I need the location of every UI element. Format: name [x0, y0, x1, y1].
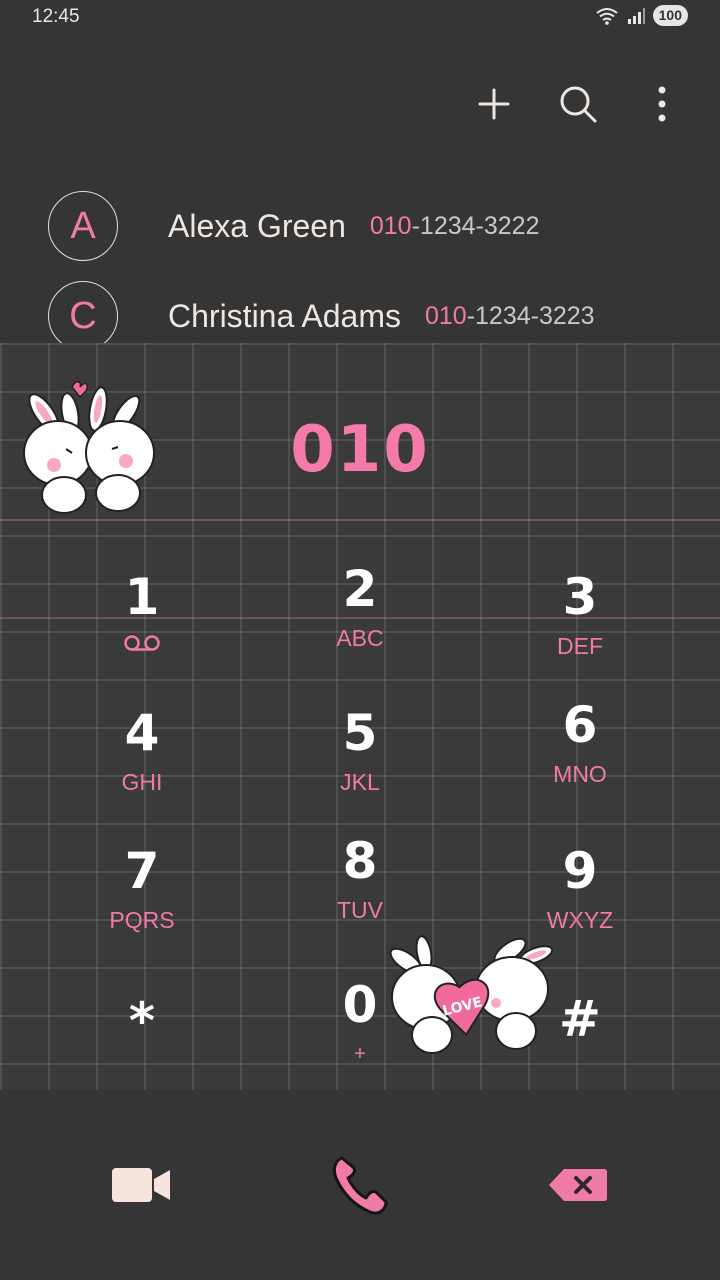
contact-name: Alexa Green	[168, 207, 346, 244]
number-match-highlight: 010	[424, 301, 467, 330]
key-digit: *	[128, 992, 156, 1050]
video-call-button[interactable]	[92, 1150, 192, 1220]
number-rest: -1234-3222	[411, 211, 540, 240]
status-icons: 100	[595, 5, 688, 26]
video-call-icon	[112, 1168, 170, 1202]
number-match-highlight: 010	[369, 211, 412, 240]
signal-icon	[627, 7, 645, 24]
key-letters: MNO	[553, 761, 607, 787]
avatar: A	[48, 191, 118, 261]
key-letters: WXYZ	[546, 907, 614, 933]
key-digit: 2	[342, 560, 378, 618]
more-vertical-icon	[658, 86, 666, 122]
key-2[interactable]: 2 ABC	[250, 561, 470, 681]
delete-button[interactable]	[528, 1150, 628, 1220]
key-digit: 3	[562, 568, 598, 626]
key-digit: 9	[562, 842, 598, 900]
key-letters: PQRS	[109, 907, 175, 933]
status-bar: 12:45 100	[0, 0, 720, 34]
key-digit: 1	[124, 568, 160, 626]
call-button[interactable]	[310, 1150, 410, 1220]
number-rest: -1234-3223	[466, 301, 595, 330]
key-6[interactable]: 6 MNO	[470, 697, 690, 817]
key-digit: 7	[124, 842, 160, 900]
search-button[interactable]	[556, 80, 600, 128]
key-digit: 6	[562, 696, 598, 754]
key-digit: 4	[124, 704, 160, 762]
key-digit: 8	[342, 832, 378, 890]
key-letters: TUV	[337, 897, 383, 923]
key-5[interactable]: 5 JKL	[250, 705, 470, 825]
key-1[interactable]: 1	[32, 569, 252, 689]
contact-name: Christina Adams	[168, 297, 401, 334]
add-contact-button[interactable]	[472, 80, 516, 128]
plus-icon	[478, 88, 510, 120]
battery-indicator: 100	[652, 5, 688, 26]
key-4[interactable]: 4 GHI	[32, 705, 252, 825]
avatar: C	[48, 281, 118, 351]
contact-suggestion[interactable]: A Alexa Green 010-1234-3222	[48, 190, 539, 262]
key-digit: 5	[342, 704, 378, 762]
more-options-button[interactable]	[640, 80, 684, 128]
key-3[interactable]: 3 DEF	[470, 569, 690, 689]
status-time: 12:45	[32, 6, 80, 27]
voicemail-icon	[124, 635, 160, 651]
love-bunny-sticker-icon: LOVE	[389, 935, 554, 1054]
key-star[interactable]: *	[32, 993, 252, 1090]
wifi-icon	[596, 7, 618, 25]
bottom-action-bar	[0, 1090, 720, 1280]
key-letters: JKL	[340, 769, 380, 795]
key-letters: DEF	[557, 633, 603, 659]
backspace-icon	[549, 1169, 607, 1201]
grid-accent-line	[0, 519, 720, 521]
search-icon	[560, 86, 597, 123]
contact-suggestion[interactable]: C Christina Adams 010-1234-3223	[48, 280, 595, 352]
key-letters: GHI	[121, 769, 163, 795]
phone-icon	[332, 1156, 388, 1215]
key-7[interactable]: 7 PQRS	[32, 843, 252, 963]
toolbar	[472, 80, 684, 128]
contact-number: 010-1234-3222	[370, 212, 540, 241]
key-letters: ABC	[336, 625, 384, 651]
contact-number: 010-1234-3223	[425, 302, 595, 331]
dial-panel: 010 1 2 ABC 3 DEF 4 GHI 5 JKL 6 MNO 7 PQ…	[0, 343, 720, 1090]
dialed-number-display: 010	[290, 413, 430, 487]
